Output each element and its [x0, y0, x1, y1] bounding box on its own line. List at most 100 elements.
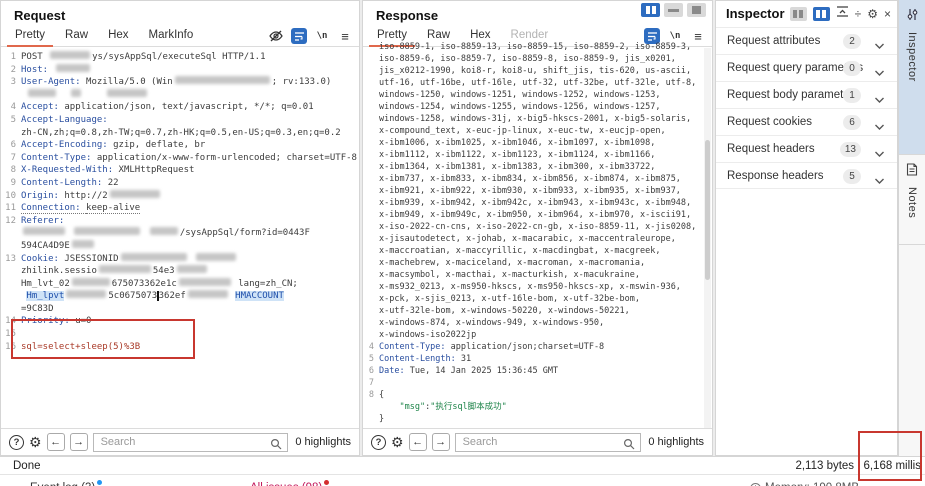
response-editor[interactable]: iso-8859-1, iso-8859-13, iso-8859-15, is… [363, 41, 712, 428]
code-text: =9C83D [21, 303, 54, 314]
line-content: POST ys/sysAppSql/executeSql HTTP/1.1 [21, 51, 265, 64]
request-menu-icon[interactable]: ≡ [337, 28, 353, 44]
line-content: Date: Tue, 14 Jan 2025 15:36:45 GMT [379, 365, 558, 377]
chevron-down-icon[interactable] [874, 91, 885, 109]
line-number [1, 303, 21, 316]
inspector-section-request-attributes[interactable]: Request attributes 2 [716, 27, 897, 54]
side-tab-notes-label: Notes [906, 187, 918, 219]
code-text: iso-8859-1, iso-8859-13, iso-8859-15, is… [379, 42, 692, 52]
inspector-title: Inspector [726, 6, 785, 21]
side-tab-inspector[interactable]: Inspector [899, 0, 925, 155]
code-line: utf-16, utf-16be, utf-16le, utf-32, utf-… [363, 77, 712, 89]
code-text: x-ms932_0213, x-ms950-hkscs, x-ms950-hks… [379, 282, 681, 292]
tab-raw[interactable]: Raw [55, 26, 98, 46]
response-scrollbar[interactable] [704, 48, 711, 428]
line-number [363, 197, 379, 209]
chevron-down-icon[interactable] [874, 172, 885, 190]
code-text: "执行sql脚本成功" [430, 402, 507, 412]
prev-match-button[interactable]: ← [46, 433, 65, 451]
code-line: x-macsymbol, x-macthai, x-macturkish, x-… [363, 269, 712, 281]
newline-toggle-icon[interactable]: \n [314, 28, 330, 44]
response-metrics: 2,113 bytes | 6,168 millis [795, 460, 921, 472]
request-search-input[interactable] [93, 433, 288, 451]
inspector-section-response-headers[interactable]: Response headers 5 [716, 162, 897, 189]
code-text: Accept-Encoding: [21, 140, 114, 151]
code-line: 4 Content-Type: application/json;charset=… [363, 341, 712, 353]
tab-pretty[interactable]: Pretty [5, 26, 55, 47]
code-text: http://2 [64, 190, 108, 201]
side-tab-inspector-label: Inspector [906, 32, 918, 82]
all-issues-dot [324, 480, 330, 485]
code-text: } [379, 414, 385, 424]
code-text: Mozilla/5.0 (Win [86, 77, 173, 88]
code-text: x-jisautodetect, x-johab, x-macarabic, x… [379, 234, 676, 244]
response-search-input[interactable] [455, 433, 641, 451]
line-content: Cookie: JSESSIONID [21, 252, 238, 266]
inspector-section-request-query-parameters[interactable]: Request query parameters 0 [716, 54, 897, 81]
prev-match-button[interactable]: ← [408, 433, 427, 451]
request-editor[interactable]: 1 POST ys/sysAppSql/executeSql HTTP/1.1 2 H… [1, 48, 359, 428]
code-text: iso-8859-6, iso-8859-7, iso-8859-8, iso-… [379, 54, 676, 64]
code-text: Cookie: [21, 253, 65, 264]
search-settings-icon[interactable]: ⚙ [391, 435, 404, 449]
code-text: x-iso-2022-cn-cns, x-iso-2022-cn-gb, x-i… [379, 222, 697, 232]
expand-all-icon[interactable] [836, 5, 849, 23]
code-line: x-windows-iso2022jp [363, 329, 712, 341]
line-content: x-ibm921, x-ibm922, x-ibm930, x-ibm933, … [379, 185, 681, 197]
response-highlight-count: 0 highlights [648, 436, 704, 448]
inspector-section-request-cookies[interactable]: Request cookies 6 [716, 108, 897, 135]
event-log-tab[interactable]: Event log (3) [30, 480, 103, 486]
rows-layout-icon[interactable] [664, 3, 683, 17]
request-title: Request [14, 8, 66, 23]
chevron-down-icon[interactable] [874, 37, 885, 55]
search-settings-icon[interactable]: ⚙ [29, 435, 42, 449]
inspector-settings-icon[interactable]: ⚙ [867, 8, 878, 20]
help-icon[interactable]: ? [9, 434, 24, 450]
request-tabs: Pretty Raw Hex MarkInfo [5, 26, 204, 47]
single-layout-icon[interactable] [687, 3, 706, 17]
redacted-text [71, 277, 110, 286]
code-text: User-Agent: [21, 77, 87, 88]
tab-markinfo[interactable]: MarkInfo [139, 26, 204, 46]
code-text: x-ibm1112, x-ibm1122, x-ibm1123, x-ibm11… [379, 150, 656, 160]
line-number: 15 [5, 329, 16, 340]
tab-hex[interactable]: Hex [98, 26, 138, 46]
line-number [363, 77, 379, 89]
redacted-text [187, 290, 228, 299]
code-line: iso-8859-1, iso-8859-13, iso-8859-15, is… [363, 41, 712, 53]
inspector-header: Inspector ÷ ⚙ × [716, 1, 897, 26]
side-tab-notes[interactable]: Notes [899, 155, 925, 245]
code-text: 5c0675073 [108, 291, 158, 302]
code-text: x-pck, x-sjis_0213, x-utf-16le-bom, x-ut… [379, 294, 640, 304]
section-count-badge: 6 [843, 115, 861, 130]
soft-wrap-icon[interactable] [291, 28, 307, 44]
inspector-section-request-headers[interactable]: Request headers 13 [716, 135, 897, 162]
code-text: Connection: [21, 203, 87, 215]
all-issues-tab[interactable]: All issues (98) [250, 480, 330, 486]
scrollbar-thumb[interactable] [705, 140, 710, 280]
inspector-section-request-body-parameters[interactable]: Request body parameters 1 [716, 81, 897, 108]
inspector-close-icon[interactable]: × [884, 8, 891, 20]
line-content: windows-1258, windows-31j, x-big5-hkscs-… [379, 113, 691, 125]
inspector-panel: Inspector ÷ ⚙ × Request attributes 2 Reque… [715, 0, 898, 456]
code-text: ys/sysAppSql/executeSql HTTP/1.1 [92, 52, 266, 62]
line-content: x-ibm1006, x-ibm1025, x-ibm1046, x-ibm10… [379, 137, 655, 149]
collapse-all-icon[interactable]: ÷ [855, 8, 862, 20]
line-content: Content-Length: 22 [21, 177, 119, 190]
chevron-down-icon[interactable] [874, 145, 885, 163]
code-text: u=0 [75, 316, 92, 327]
columns-layout-icon[interactable] [641, 3, 660, 17]
chevron-down-icon[interactable] [874, 64, 885, 82]
help-icon[interactable]: ? [371, 434, 386, 450]
inspector-dock-right-icon[interactable] [812, 7, 830, 21]
line-number: 13 [5, 253, 16, 264]
code-text: x-windows-874, x-windows-949, x-windows-… [379, 318, 605, 328]
line-content: windows-1254, windows-1255, windows-1256… [379, 101, 660, 113]
next-match-button[interactable]: → [431, 433, 450, 451]
hide-matches-icon[interactable] [268, 28, 284, 44]
chevron-down-icon[interactable] [874, 118, 885, 136]
inspector-dock-left-icon[interactable] [789, 7, 807, 21]
next-match-button[interactable]: → [69, 433, 88, 451]
response-title: Response [376, 8, 439, 23]
